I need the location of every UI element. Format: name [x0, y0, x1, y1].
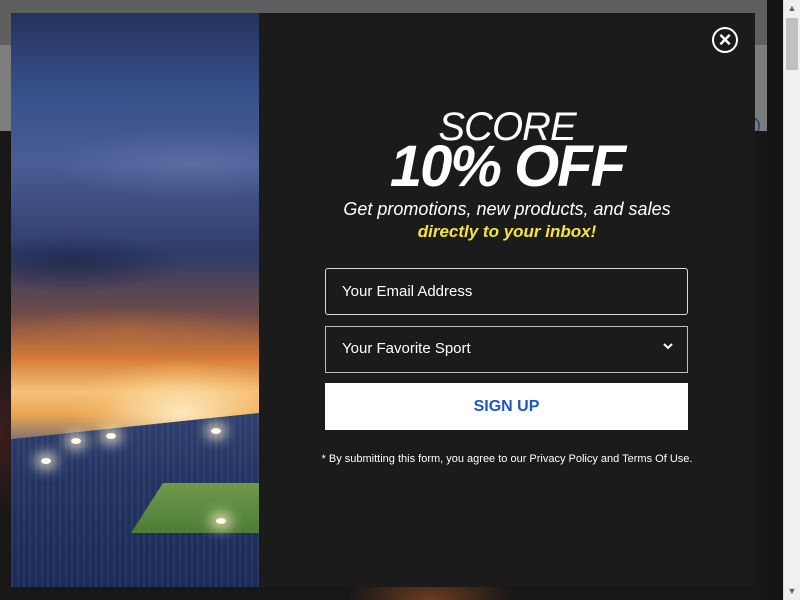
favorite-sport-select[interactable]: Your Favorite Sport [325, 326, 688, 373]
sign-up-button[interactable]: SIGN UP [325, 383, 688, 430]
email-field[interactable] [325, 268, 688, 315]
close-button[interactable]: × [712, 27, 738, 53]
disclaimer-text: * By submitting this form, you agree to … [321, 453, 693, 465]
stadium-image [11, 13, 259, 587]
headline-offer: 10% OFF [389, 134, 626, 199]
chevron-down-icon [663, 343, 673, 350]
close-icon[interactable]: × [714, 29, 736, 51]
modal-content: × SCORE 10% OFF Get promotions, new prod… [259, 13, 755, 587]
floodlight [71, 438, 81, 444]
signup-modal: × SCORE 10% OFF Get promotions, new prod… [11, 13, 755, 587]
subhead: Get promotions, new products, and sales [343, 199, 671, 219]
vertical-scrollbar[interactable]: ▲ ▼ [783, 0, 800, 600]
scroll-down-arrow[interactable]: ▼ [784, 583, 800, 600]
sport-select-value: Your Favorite Sport [342, 340, 471, 357]
floodlight [106, 433, 116, 439]
scroll-thumb[interactable] [786, 18, 798, 70]
floodlight [41, 458, 51, 464]
floodlight [211, 428, 221, 434]
subhead-accent: directly to your inbox! [417, 222, 597, 241]
scroll-up-arrow[interactable]: ▲ [784, 0, 800, 17]
floodlight [216, 518, 226, 524]
